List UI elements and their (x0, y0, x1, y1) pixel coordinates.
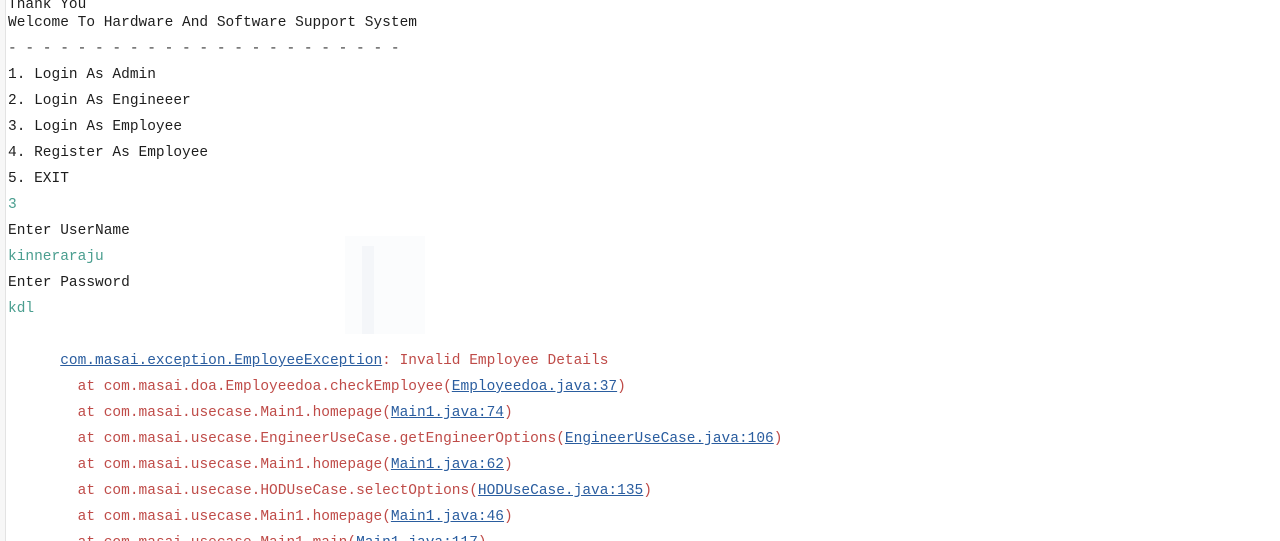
console-line-clipped: Thank You (8, 0, 87, 10)
stack-frame-indent: at (60, 509, 104, 525)
console-panel[interactable]: Thank You Welcome To Hardware And Softwa… (0, 0, 1280, 541)
stack-frame-paren-close: ) (504, 405, 513, 421)
prompt-password: Enter Password (8, 275, 130, 291)
welcome-banner: Welcome To Hardware And Software Support… (8, 15, 417, 31)
stack-frame-method: com.masai.usecase.Main1.homepage (103, 457, 383, 473)
exception-message: Invalid Employee Details (399, 353, 609, 369)
stack-frame-indent: at (60, 457, 104, 473)
prompt-username: Enter UserName (8, 223, 130, 239)
stack-frame-method: com.masai.usecase.HODUseCase.selectOptio… (103, 483, 470, 499)
stack-frame-source-link[interactable]: Main1.java:74 (391, 405, 504, 421)
stack-frame-paren-open: ( (443, 379, 452, 395)
stack-frame-paren-open: ( (382, 457, 391, 473)
exception-separator: : (382, 353, 400, 369)
stack-frame-paren-close: ) (773, 431, 783, 447)
stack-frame-indent: at (60, 379, 104, 395)
console-left-gutter (0, 0, 6, 541)
stack-frame-paren-open: ( (469, 483, 478, 499)
exception-type-link[interactable]: com.masai.exception.EmployeeException (60, 353, 382, 369)
stack-frame-method: com.masai.usecase.Main1.homepage (103, 509, 383, 525)
stack-frame-source-link[interactable]: Employeedoa.java:37 (452, 379, 617, 395)
menu-item-register-employee: 4. Register As Employee (8, 145, 209, 161)
banner-separator: - - - - - - - - - - - - - - - - - - - - … (8, 41, 400, 57)
stack-frame-indent: at (60, 405, 104, 421)
user-input-menu-choice: 3 (8, 197, 17, 213)
stack-frame-source-link[interactable]: HODUseCase.java:135 (478, 483, 643, 499)
stack-frame-paren-close: ) (504, 509, 513, 525)
exception-header: com.masai.exception.EmployeeException: I… (8, 322, 1280, 369)
stack-frame-paren-close: ) (504, 457, 513, 473)
stack-frame-indent: at (60, 431, 104, 447)
menu-item-exit: 5. EXIT (8, 171, 69, 187)
stack-frame-method: com.masai.doa.Employeedoa.checkEmployee (103, 379, 444, 395)
stack-frame-source-link[interactable]: Main1.java:62 (391, 457, 504, 473)
stack-frame-indent: at (60, 483, 104, 499)
stack-frame-source-link[interactable]: Main1.java:117 (356, 535, 478, 541)
stack-frame-method: com.masai.usecase.EngineerUseCase.getEng… (103, 431, 557, 447)
stack-frame-source-link[interactable]: Main1.java:46 (391, 509, 504, 525)
stack-frame-paren-close: ) (478, 535, 487, 541)
console-output-lines: Thank You Welcome To Hardware And Softwa… (8, 0, 1280, 541)
stack-frame-source-link[interactable]: EngineerUseCase.java:106 (565, 431, 774, 447)
user-input-username: kinneraraju (8, 249, 104, 265)
stack-frame-paren-close: ) (643, 483, 652, 499)
stack-frame-paren-open: ( (382, 509, 391, 525)
stack-frame-paren-open: ( (347, 535, 356, 541)
menu-item-login-employee: 3. Login As Employee (8, 119, 183, 135)
menu-item-login-admin: 1. Login As Admin (8, 67, 156, 83)
stack-frame-method: com.masai.usecase.Main1.main (104, 535, 348, 541)
stack-frame-paren-close: ) (617, 379, 626, 395)
menu-item-login-engineer: 2. Login As Engineeer (8, 93, 191, 109)
stack-frame-paren-open: ( (556, 431, 565, 447)
stack-frame-paren-open: ( (382, 405, 391, 421)
user-input-password: kdl (8, 301, 35, 317)
stack-frame-indent: at (60, 535, 104, 541)
stack-frame-method: com.masai.usecase.Main1.homepage (103, 405, 383, 421)
